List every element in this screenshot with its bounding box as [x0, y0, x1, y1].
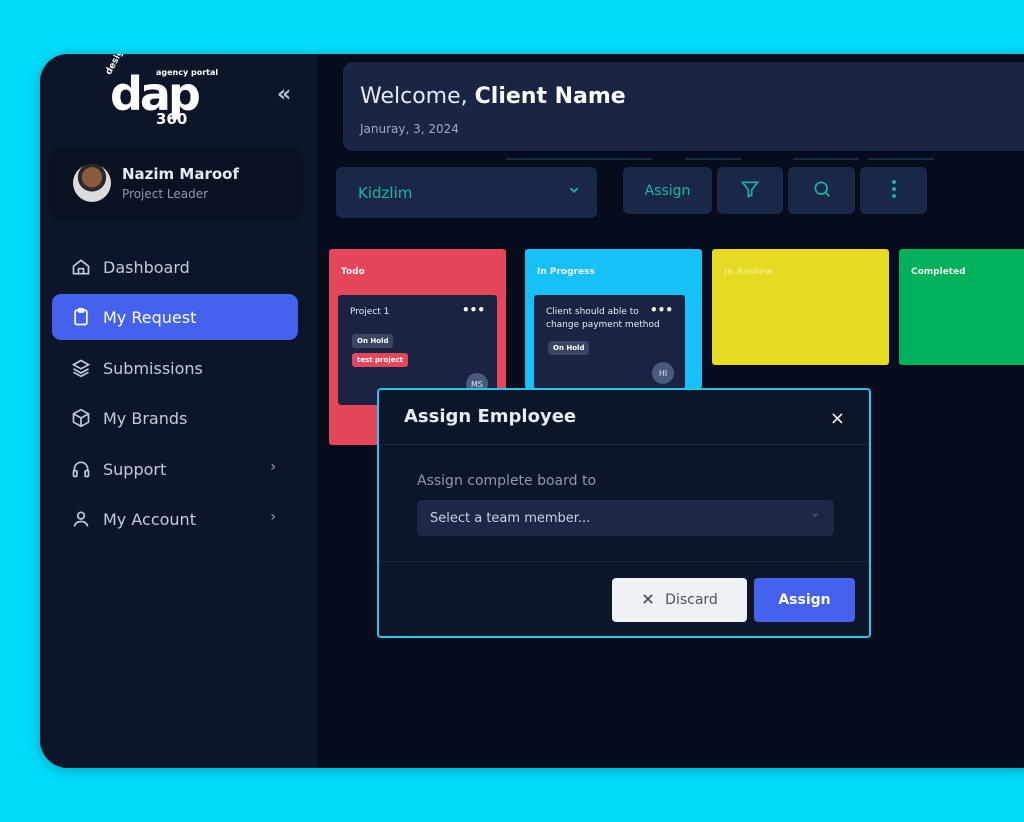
- chevron-down-icon: [567, 183, 581, 201]
- assign-employee-modal: Assign Employee × Assign complete board …: [377, 388, 871, 638]
- discard-button[interactable]: Discard: [612, 578, 747, 622]
- assignee-avatar: HI: [652, 362, 674, 384]
- welcome-heading: Welcome, Client Name: [360, 84, 626, 109]
- column-completed: Completed: [899, 249, 1024, 365]
- sidebar-item-support[interactable]: Support ›: [52, 446, 298, 492]
- column-title: In Progress: [537, 267, 595, 277]
- sidebar-item-label: My Brands: [103, 408, 188, 428]
- sidebar-item-label: Submissions: [103, 358, 203, 378]
- divider: [506, 158, 652, 160]
- task-menu-icon[interactable]: •••: [462, 303, 485, 317]
- divider: [868, 158, 934, 160]
- board-select-value: Kidzlim: [358, 183, 413, 202]
- task-menu-icon[interactable]: •••: [650, 303, 673, 317]
- divider: [379, 444, 869, 445]
- filter-icon: [740, 179, 760, 203]
- chevron-right-icon: ›: [270, 509, 276, 525]
- divider: [793, 158, 859, 160]
- profile-card[interactable]: Nazim Maroof Project Leader: [49, 147, 303, 221]
- assign-toolbar-button[interactable]: Assign: [623, 167, 712, 214]
- sidebar-item-label: Support: [103, 459, 167, 479]
- user-icon: [70, 508, 92, 530]
- search-button[interactable]: [788, 167, 855, 214]
- more-options-button[interactable]: [860, 167, 927, 214]
- task-card[interactable]: Client should able to change payment met…: [534, 295, 685, 389]
- logo-tagline: agency portal: [156, 68, 219, 77]
- welcome-card: Welcome, Client Name Januray, 3, 2024: [343, 62, 1024, 151]
- collapse-sidebar-icon[interactable]: «: [277, 82, 291, 107]
- assign-board-label: Assign complete board to: [417, 473, 597, 489]
- status-badge: On Hold: [352, 334, 394, 348]
- discard-label: Discard: [665, 592, 718, 608]
- divider: [379, 561, 869, 562]
- chevron-right-icon: ›: [270, 459, 276, 475]
- filter-button[interactable]: [717, 167, 783, 214]
- profile-role: Project Leader: [122, 187, 209, 201]
- modal-title: Assign Employee: [404, 406, 577, 427]
- avatar: [73, 164, 111, 202]
- welcome-prefix: Welcome,: [360, 84, 468, 109]
- app-window: design dap agency portal 360 « Nazim Mar…: [40, 54, 1024, 768]
- sidebar-item-submissions[interactable]: Submissions: [52, 345, 298, 391]
- layers-icon: [70, 357, 92, 379]
- tag-badge: test project: [352, 353, 408, 367]
- assign-button[interactable]: Assign: [754, 578, 855, 622]
- close-icon: [641, 591, 655, 610]
- status-badge: On Hold: [548, 341, 590, 355]
- sidebar-item-my-account[interactable]: My Account ›: [52, 496, 298, 542]
- team-member-select-placeholder: Select a team member...: [430, 510, 591, 526]
- task-title-line: change payment method: [546, 320, 660, 330]
- sidebar-item-label: My Account: [103, 509, 196, 529]
- sidebar-item-dashboard[interactable]: Dashboard: [52, 244, 298, 290]
- current-date: Januray, 3, 2024: [360, 122, 459, 136]
- home-icon: [70, 256, 92, 278]
- task-title: Project 1: [350, 307, 390, 317]
- assign-label: Assign: [778, 592, 831, 608]
- chevron-down-icon: [810, 510, 820, 523]
- column-in-progress: In Progress Client should able to change…: [525, 249, 702, 389]
- assign-toolbar-label: Assign: [644, 182, 691, 199]
- sidebar-item-label: My Request: [103, 307, 197, 327]
- more-vertical-icon: [891, 179, 897, 203]
- search-icon: [812, 179, 832, 203]
- task-title-line: Client should able to: [546, 307, 639, 317]
- profile-name: Nazim Maroof: [122, 165, 239, 183]
- sidebar-item-my-brands[interactable]: My Brands: [52, 395, 298, 441]
- logo-number: 360: [156, 110, 188, 128]
- close-icon[interactable]: ×: [830, 408, 845, 429]
- divider: [685, 158, 741, 160]
- sidebar-item-label: Dashboard: [103, 257, 190, 277]
- box-icon: [70, 407, 92, 429]
- board-select[interactable]: Kidzlim: [336, 167, 597, 218]
- column-in-review: In Review: [712, 249, 889, 365]
- sidebar: design dap agency portal 360 « Nazim Mar…: [40, 54, 317, 768]
- column-title: In Review: [724, 267, 774, 277]
- headphones-icon: [70, 458, 92, 480]
- column-title: Todo: [341, 267, 365, 277]
- task-title: Client should able to change payment met…: [546, 306, 660, 332]
- sidebar-item-my-request[interactable]: My Request: [52, 294, 298, 340]
- column-title: Completed: [911, 267, 966, 277]
- team-member-select[interactable]: Select a team member...: [417, 500, 834, 536]
- clipboard-icon: [70, 306, 92, 328]
- logo: design dap agency portal 360: [104, 54, 230, 130]
- client-name: Client Name: [474, 84, 626, 109]
